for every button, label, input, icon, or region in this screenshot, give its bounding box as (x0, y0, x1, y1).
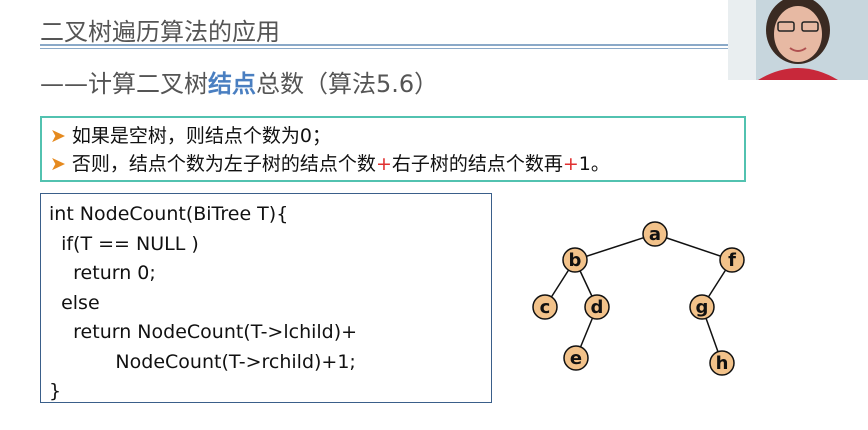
page-subtitle: ——计算二叉树结点总数（算法5.6） (40, 64, 438, 99)
node-g-label: g (696, 297, 709, 318)
code-line: if(T == NULL ) (49, 232, 199, 255)
node-e: e (563, 345, 589, 371)
node-a-label: a (649, 224, 661, 245)
arrow-bullet-icon: ➤ (50, 125, 66, 147)
code-line: else (49, 291, 100, 314)
plus-sign: + (562, 153, 579, 175)
node-b: b (562, 247, 588, 273)
node-a: a (642, 221, 668, 247)
node-f-label: f (728, 250, 736, 271)
node-c: c (532, 294, 558, 320)
code-line: NodeCount(T->rchild)+1; (49, 350, 356, 373)
code-line: return 0; (49, 262, 156, 284)
node-f: f (719, 247, 745, 273)
node-d: d (584, 294, 610, 320)
node-h: h (709, 350, 735, 376)
rule-text-c: 1。 (578, 153, 610, 175)
subtitle-suffix: 总数（算法5.6） (256, 70, 439, 98)
code-line: int NodeCount(BiTree T){ (49, 203, 289, 225)
subtitle-prefix: ——计算二叉树 (40, 70, 208, 98)
presenter-silhouette (728, 0, 868, 80)
page-title: 二叉树遍历算法的应用 (40, 18, 280, 46)
code-line: } (49, 380, 62, 402)
arrow-bullet-icon: ➤ (50, 153, 66, 175)
node-h-label: h (716, 353, 729, 374)
title-divider-thin (40, 48, 728, 49)
rule-item-empty-tree: ➤ 如果是空树，则结点个数为0； (50, 122, 736, 150)
rule-text-a: 否则，结点个数为左子树的结点个数 (71, 153, 376, 175)
presenter-video (728, 0, 868, 80)
rule-item-nonempty: ➤ 否则，结点个数为左子树的结点个数+右子树的结点个数再+1。 (50, 150, 736, 178)
node-e-label: e (570, 348, 582, 369)
node-d-label: d (591, 297, 604, 318)
rules-box: ➤ 如果是空树，则结点个数为0； ➤ 否则，结点个数为左子树的结点个数+右子树的结点… (40, 116, 746, 182)
node-c-label: c (540, 297, 551, 318)
node-b-label: b (569, 250, 582, 271)
code-block: int NodeCount(BiTree T){ if(T == NULL ) … (40, 193, 492, 403)
rule-text: 如果是空树，则结点个数为0； (71, 125, 332, 147)
binary-tree-diagram: a b f c d g e h (532, 221, 745, 376)
title-divider (40, 44, 728, 46)
rule-text-b: 右子树的结点个数再 (391, 153, 563, 175)
node-g: g (689, 294, 715, 320)
plus-sign: + (375, 153, 392, 175)
subtitle-highlight: 结点 (208, 70, 256, 98)
code-line: return NodeCount(T->lchild)+ (49, 321, 358, 343)
